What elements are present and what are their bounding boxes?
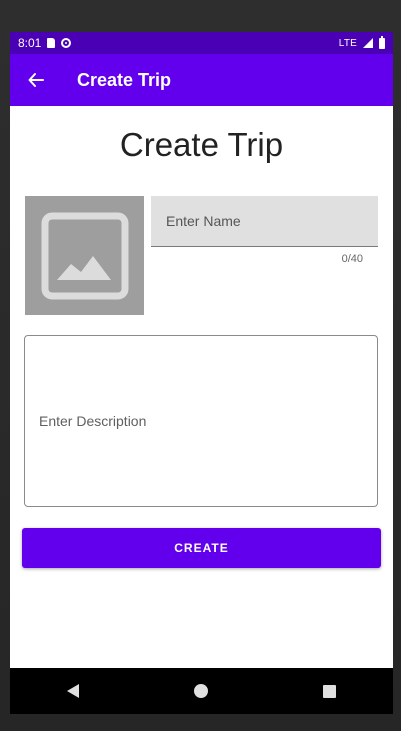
- sd-card-icon: [47, 38, 56, 48]
- page-title: Create Trip: [119, 126, 284, 163]
- device-frame: 8:01 LTE Create Trip Create Trip Enter N…: [0, 0, 401, 731]
- network-type: LTE: [338, 37, 357, 49]
- create-button[interactable]: CREATE: [22, 528, 381, 568]
- image-icon: [41, 212, 128, 299]
- name-char-counter: 0/40: [341, 253, 363, 265]
- status-bar: 8:01 LTE: [10, 32, 393, 54]
- status-right: LTE: [338, 35, 385, 49]
- image-picker[interactable]: [25, 196, 144, 315]
- back-button[interactable]: [10, 54, 62, 106]
- description-placeholder: Enter Description: [39, 413, 147, 429]
- name-placeholder: Enter Name: [166, 213, 241, 229]
- sync-icon: [61, 38, 72, 48]
- arrow-back-icon: [28, 73, 44, 87]
- nav-home-icon[interactable]: [193, 684, 208, 698]
- app-bar-title: Create Trip: [77, 69, 172, 90]
- battery-icon: [379, 35, 385, 49]
- nav-back-icon[interactable]: [67, 684, 80, 698]
- signal-icon: [363, 38, 373, 48]
- status-time: 8:01: [18, 36, 42, 50]
- nav-bar: [10, 668, 393, 714]
- nav-recents-icon[interactable]: [322, 684, 336, 698]
- description-input[interactable]: Enter Description: [24, 335, 378, 507]
- name-input[interactable]: Enter Name: [151, 196, 378, 247]
- status-left: 8:01: [18, 36, 72, 50]
- screen: 8:01 LTE Create Trip Create Trip Enter N…: [10, 32, 393, 714]
- app-bar: Create Trip: [10, 54, 393, 106]
